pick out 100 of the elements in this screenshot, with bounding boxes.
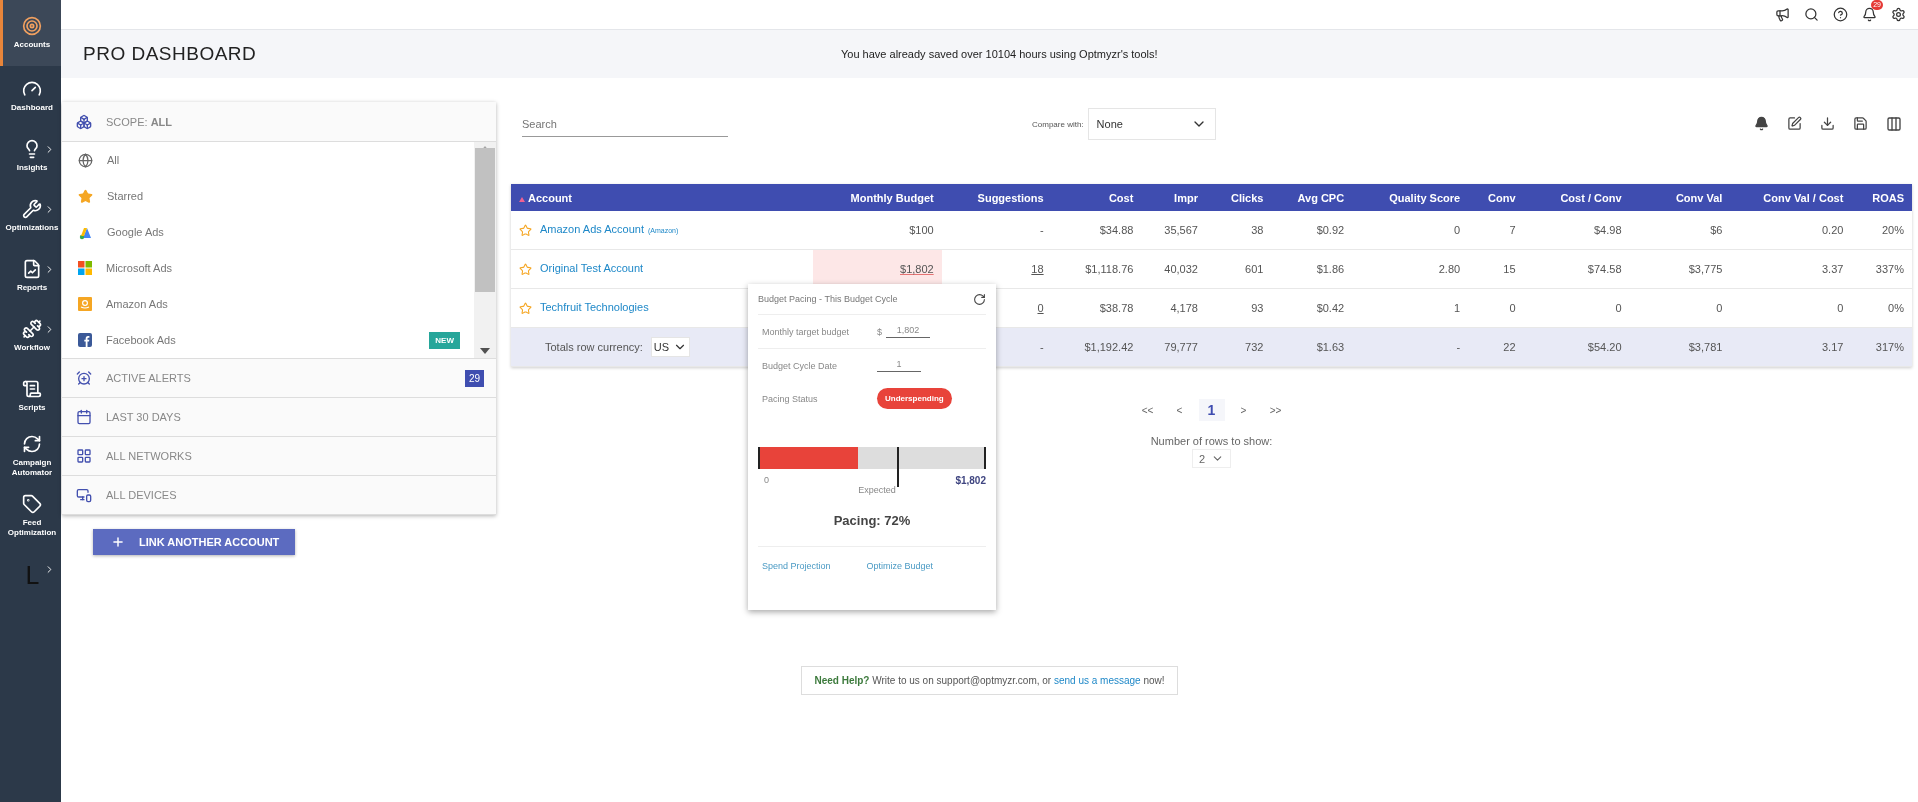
column-header[interactable]: Quality Score <box>1352 184 1469 211</box>
link-account-button[interactable]: LINK ANOTHER ACCOUNT <box>93 529 295 555</box>
table-cell: 2.80 <box>1438 263 1461 275</box>
megaphone-icon[interactable] <box>1775 7 1790 22</box>
scope-label[interactable]: SCOPE: ALL <box>106 115 484 128</box>
page-link[interactable]: > <box>1230 399 1257 421</box>
page-link[interactable]: 1 <box>1198 399 1225 421</box>
help-icon[interactable] <box>1833 7 1848 22</box>
page-link[interactable]: < <box>1166 399 1193 421</box>
pacing-value: Pacing: 72% <box>758 513 986 547</box>
table-cell: 93 <box>1251 302 1264 314</box>
nav-item[interactable]: Feed Optimization <box>0 486 61 546</box>
scrollbar[interactable] <box>474 142 496 358</box>
alarm-icon <box>76 370 92 386</box>
table-cell: 79,777 <box>1164 341 1198 353</box>
column-header[interactable]: Account <box>511 184 813 211</box>
nav-item[interactable]: Optimizations <box>0 186 61 246</box>
user-initial: L <box>25 562 39 590</box>
compare-select[interactable]: None <box>1087 108 1216 140</box>
table-cell: $1.86 <box>1316 263 1345 275</box>
filter-row[interactable]: ACTIVE ALERTS 29 <box>62 359 496 398</box>
column-header[interactable]: ROAS <box>1851 184 1912 211</box>
bell-icon[interactable] <box>1862 7 1877 22</box>
table-cell: 317% <box>1875 341 1904 353</box>
savings-message: You have already saved over 10104 hours using Optmyzr's tools! <box>841 48 1158 60</box>
network-item[interactable]: Microsoft Ads <box>62 250 474 286</box>
filter-row[interactable]: ALL DEVICES <box>62 476 496 515</box>
table-cell: 22 <box>1503 341 1516 353</box>
nav-item[interactable]: Reports <box>0 246 61 306</box>
page-link[interactable]: << <box>1134 399 1161 421</box>
column-header[interactable]: Conv Val / Cost <box>1730 184 1852 211</box>
message-link[interactable]: send us a message <box>1053 675 1141 686</box>
account-link[interactable]: Amazon Ads Account <box>540 223 644 236</box>
table-cell: 0 <box>1509 302 1516 314</box>
table-cell: 0 <box>1454 224 1461 236</box>
column-header[interactable]: Conv Val <box>1629 184 1731 211</box>
account-link[interactable]: Techfruit Technologies <box>540 301 649 314</box>
nav-item[interactable]: Insights <box>0 126 61 186</box>
nav-item[interactable]: Scripts <box>0 366 61 426</box>
gauge-icon <box>22 79 42 99</box>
search-field[interactable]: Search <box>522 111 728 137</box>
nav-item[interactable]: Campaign Automator <box>0 426 61 486</box>
suggestions-link[interactable]: 0 <box>1037 302 1044 314</box>
nav-item[interactable]: Accounts <box>0 0 61 66</box>
table-cell: 3.17 <box>1822 341 1844 353</box>
wrench-icon <box>22 199 42 219</box>
nav-item[interactable]: Workflow <box>0 306 61 366</box>
table-cell: $100 <box>909 224 934 236</box>
network-item[interactable]: Google Ads <box>62 214 474 250</box>
expected-label: Expected <box>858 485 896 495</box>
suggestions-link[interactable]: 18 <box>1031 263 1044 275</box>
nav-label: Workflow <box>14 343 50 353</box>
rows-select[interactable]: 2 <box>1191 449 1232 468</box>
search-icon[interactable] <box>1804 7 1819 22</box>
table-cell: 4,178 <box>1170 302 1198 314</box>
currency-select[interactable]: US <box>650 337 691 357</box>
save-icon[interactable] <box>1853 116 1868 131</box>
edit-icon[interactable] <box>1787 116 1802 131</box>
field-label: Monthly target budget <box>762 326 851 337</box>
filter-row[interactable]: LAST 30 DAYS <box>62 398 496 437</box>
column-header[interactable]: Impr <box>1141 184 1206 211</box>
budget-input[interactable]: 1,802 <box>886 325 930 338</box>
columns-icon[interactable] <box>1886 116 1902 132</box>
network-item[interactable]: Amazon Ads <box>62 286 474 322</box>
column-header[interactable]: Clicks <box>1205 184 1272 211</box>
refresh-icon[interactable] <box>973 292 986 306</box>
budget-link[interactable]: $1,802 <box>900 263 934 275</box>
table-cell: - <box>1039 224 1044 236</box>
star-icon[interactable] <box>519 301 532 315</box>
budget-input[interactable]: 1 <box>877 359 921 372</box>
table-cell: 1 <box>1454 302 1461 314</box>
column-header[interactable]: Cost / Conv <box>1523 184 1630 211</box>
script-icon <box>22 379 42 399</box>
account-link[interactable]: Original Test Account <box>540 262 644 275</box>
page-link[interactable]: >> <box>1262 399 1289 421</box>
star-icon[interactable] <box>519 262 532 276</box>
cycle-icon <box>22 434 42 454</box>
column-header[interactable]: Suggestions <box>941 184 1052 211</box>
settings-icon[interactable] <box>1891 7 1906 22</box>
column-header[interactable]: Conv <box>1468 184 1524 211</box>
devices-icon <box>76 487 92 503</box>
table-cell: $1,192.42 <box>1084 341 1134 353</box>
filter-row[interactable]: ALL NETWORKS <box>62 437 496 476</box>
network-item[interactable]: Facebook Ads NEW <box>62 322 474 358</box>
column-header[interactable]: Cost <box>1051 184 1142 211</box>
nav-label: Accounts <box>13 40 51 50</box>
star-icon[interactable] <box>519 223 532 237</box>
column-header[interactable]: Avg CPC <box>1271 184 1353 211</box>
currency-prefix: $ <box>877 326 882 337</box>
table-cell: $3,781 <box>1688 341 1723 353</box>
nav-item[interactable]: Dashboard <box>0 66 61 126</box>
download-icon[interactable] <box>1820 116 1835 131</box>
totals-label: Totals row currency: <box>545 341 643 353</box>
table-cell: 3.37 <box>1822 263 1844 275</box>
network-item[interactable]: Starred <box>62 178 474 214</box>
bell-icon[interactable] <box>1754 116 1769 131</box>
column-header[interactable]: Monthly Budget <box>812 184 942 211</box>
new-badge: NEW <box>429 331 460 349</box>
table-cell: $34.88 <box>1099 224 1134 236</box>
network-item[interactable]: All <box>62 142 474 178</box>
